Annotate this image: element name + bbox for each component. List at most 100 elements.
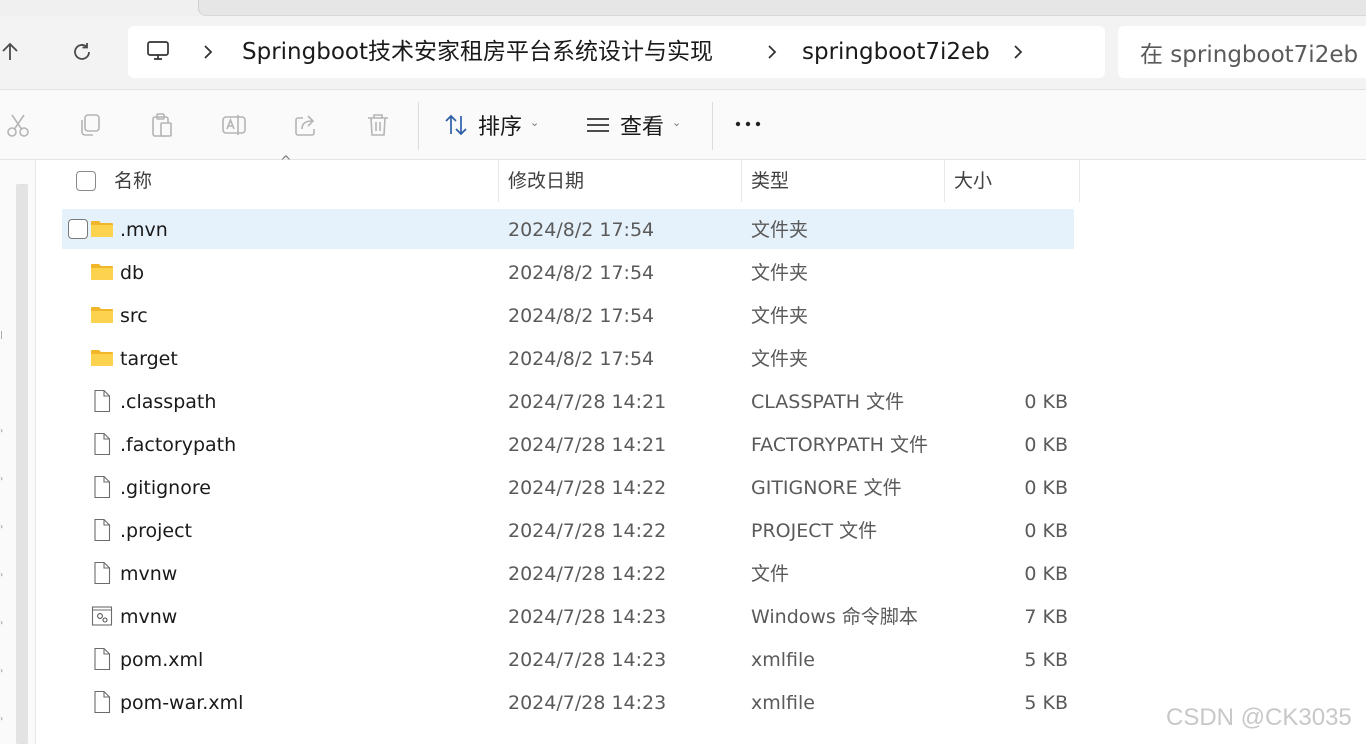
navigation-pane: | › › › › › › › <box>0 160 36 744</box>
expand-chevron-icon[interactable]: › <box>0 714 6 723</box>
sort-ascending-icon: ^ <box>280 154 292 170</box>
file-size: 0 KB <box>1024 434 1068 456</box>
delete-icon[interactable] <box>365 112 391 138</box>
file-row[interactable]: .factorypath 2024/7/28 14:21 FACTORYPATH 文… <box>62 424 1074 464</box>
file-row[interactable]: .mvn 2024/8/2 17:54 文件夹 <box>62 209 1074 249</box>
file-icon <box>90 475 114 499</box>
file-type: xmlfile <box>751 649 815 671</box>
file-type: 文件夹 <box>751 305 809 327</box>
sort-menu-button[interactable]: 排序 ⌄ <box>444 110 539 140</box>
file-row[interactable]: .gitignore 2024/7/28 14:22 GITIGNORE 文件 0 K… <box>62 467 1074 507</box>
new-tab-area[interactable] <box>198 0 1366 16</box>
file-modified-date: 2024/7/28 14:23 <box>508 606 667 628</box>
up-arrow-icon[interactable] <box>0 36 26 68</box>
navigation-scrollbar[interactable] <box>16 184 28 744</box>
column-divider[interactable] <box>1079 160 1080 202</box>
search-placeholder: 在 springboot7i2eb 中搜索 <box>1140 42 1366 68</box>
file-row[interactable]: pom-war.xml 2024/7/28 14:23 xmlfile 5 KB <box>62 682 1074 722</box>
file-modified-date: 2024/7/28 14:23 <box>508 692 667 714</box>
expand-chevron-icon[interactable]: | <box>0 330 6 339</box>
file-size: 0 KB <box>1024 391 1068 413</box>
folder-icon <box>90 303 114 327</box>
file-modified-date: 2024/8/2 17:54 <box>508 305 655 327</box>
file-name: .factorypath <box>120 434 237 456</box>
column-divider[interactable] <box>741 160 742 202</box>
column-header-size[interactable]: 大小 <box>954 160 992 202</box>
column-header-modified[interactable]: 修改日期 <box>508 160 584 202</box>
copy-icon[interactable] <box>77 112 103 138</box>
breadcrumb-segment[interactable]: springboot7i2eb <box>802 26 990 78</box>
file-row[interactable]: mvnw 2024/7/28 14:23 Windows 命令脚本 7 KB <box>62 596 1074 636</box>
file-row[interactable]: target 2024/8/2 17:54 文件夹 <box>62 338 1074 378</box>
view-label: 查看 <box>620 115 665 140</box>
file-row[interactable]: .classpath 2024/7/28 14:21 CLASSPATH 文件 0 K… <box>62 381 1074 421</box>
file-size: 7 KB <box>1024 606 1068 628</box>
file-name: src <box>120 305 148 327</box>
column-divider[interactable] <box>944 160 945 202</box>
watermark: CSDN @CK3035 <box>1166 704 1352 731</box>
file-type: xmlfile <box>751 692 815 714</box>
file-size: 0 KB <box>1024 563 1068 585</box>
file-icon <box>90 432 114 456</box>
file-type: CLASSPATH 文件 <box>751 391 905 413</box>
file-name: mvnw <box>120 606 178 628</box>
expand-chevron-icon[interactable]: › <box>0 570 6 579</box>
file-icon <box>90 561 114 585</box>
toolbar-separator <box>418 102 419 150</box>
more-options-button[interactable] <box>734 110 764 140</box>
expand-chevron-icon[interactable]: › <box>0 474 6 483</box>
folder-icon <box>90 346 114 370</box>
expand-chevron-icon[interactable]: › <box>0 522 6 531</box>
file-size: 5 KB <box>1024 692 1068 714</box>
share-icon[interactable] <box>293 112 319 138</box>
file-row[interactable]: src 2024/8/2 17:54 文件夹 <box>62 295 1074 335</box>
file-icon <box>90 518 114 542</box>
select-all-checkbox[interactable] <box>76 171 96 191</box>
refresh-icon[interactable] <box>66 36 98 68</box>
file-modified-date: 2024/7/28 14:22 <box>508 520 667 542</box>
computer-icon[interactable] <box>146 40 170 66</box>
toolbar-separator <box>712 102 713 150</box>
expand-chevron-icon[interactable]: › <box>0 618 6 627</box>
breadcrumb-segment[interactable]: Springboot技术安家租房平台系统设计与实现 <box>242 26 713 78</box>
column-header-name[interactable]: 名称 <box>114 160 152 202</box>
file-row[interactable]: .project 2024/7/28 14:22 PROJECT 文件 0 KB <box>62 510 1074 550</box>
file-type: GITIGNORE 文件 <box>751 477 902 499</box>
chevron-right-icon[interactable] <box>762 42 782 62</box>
file-size: 0 KB <box>1024 477 1068 499</box>
file-row[interactable]: db 2024/8/2 17:54 文件夹 <box>62 252 1074 292</box>
file-modified-date: 2024/7/28 14:22 <box>508 563 667 585</box>
row-checkbox[interactable] <box>68 219 88 239</box>
expand-chevron-icon[interactable]: › <box>0 666 6 675</box>
file-size: 5 KB <box>1024 649 1068 671</box>
file-icon <box>90 389 114 413</box>
column-divider[interactable] <box>498 160 499 202</box>
cut-icon[interactable] <box>5 112 31 138</box>
file-type: 文件夹 <box>751 348 809 370</box>
script-icon <box>90 604 114 628</box>
file-row[interactable]: pom.xml 2024/7/28 14:23 xmlfile 5 KB <box>62 639 1074 679</box>
chevron-right-icon[interactable] <box>198 42 218 62</box>
more-icon <box>735 121 761 127</box>
sort-label: 排序 <box>478 115 523 140</box>
address-bar[interactable]: Springboot技术安家租房平台系统设计与实现 springboot7i2e… <box>128 26 1105 78</box>
paste-icon[interactable] <box>149 112 175 138</box>
file-type: PROJECT 文件 <box>751 520 878 542</box>
file-icon <box>90 647 114 671</box>
file-type: FACTORYPATH 文件 <box>751 434 928 456</box>
search-input[interactable]: 在 springboot7i2eb 中搜索 <box>1118 26 1366 78</box>
file-modified-date: 2024/8/2 17:54 <box>508 219 655 241</box>
column-header-type[interactable]: 类型 <box>751 160 789 202</box>
file-name: mvnw <box>120 563 178 585</box>
file-modified-date: 2024/8/2 17:54 <box>508 262 655 284</box>
file-name: .classpath <box>120 391 217 413</box>
file-name: .gitignore <box>120 477 211 499</box>
file-name: .mvn <box>120 219 168 241</box>
view-menu-button[interactable]: 查看 ⌄ <box>586 110 681 140</box>
chevron-right-icon[interactable] <box>1008 42 1028 62</box>
sort-icon <box>445 114 467 136</box>
file-row[interactable]: mvnw 2024/7/28 14:22 文件 0 KB <box>62 553 1074 593</box>
rename-icon[interactable] <box>221 112 247 138</box>
expand-chevron-icon[interactable]: › <box>0 426 6 435</box>
file-name: db <box>120 262 145 284</box>
